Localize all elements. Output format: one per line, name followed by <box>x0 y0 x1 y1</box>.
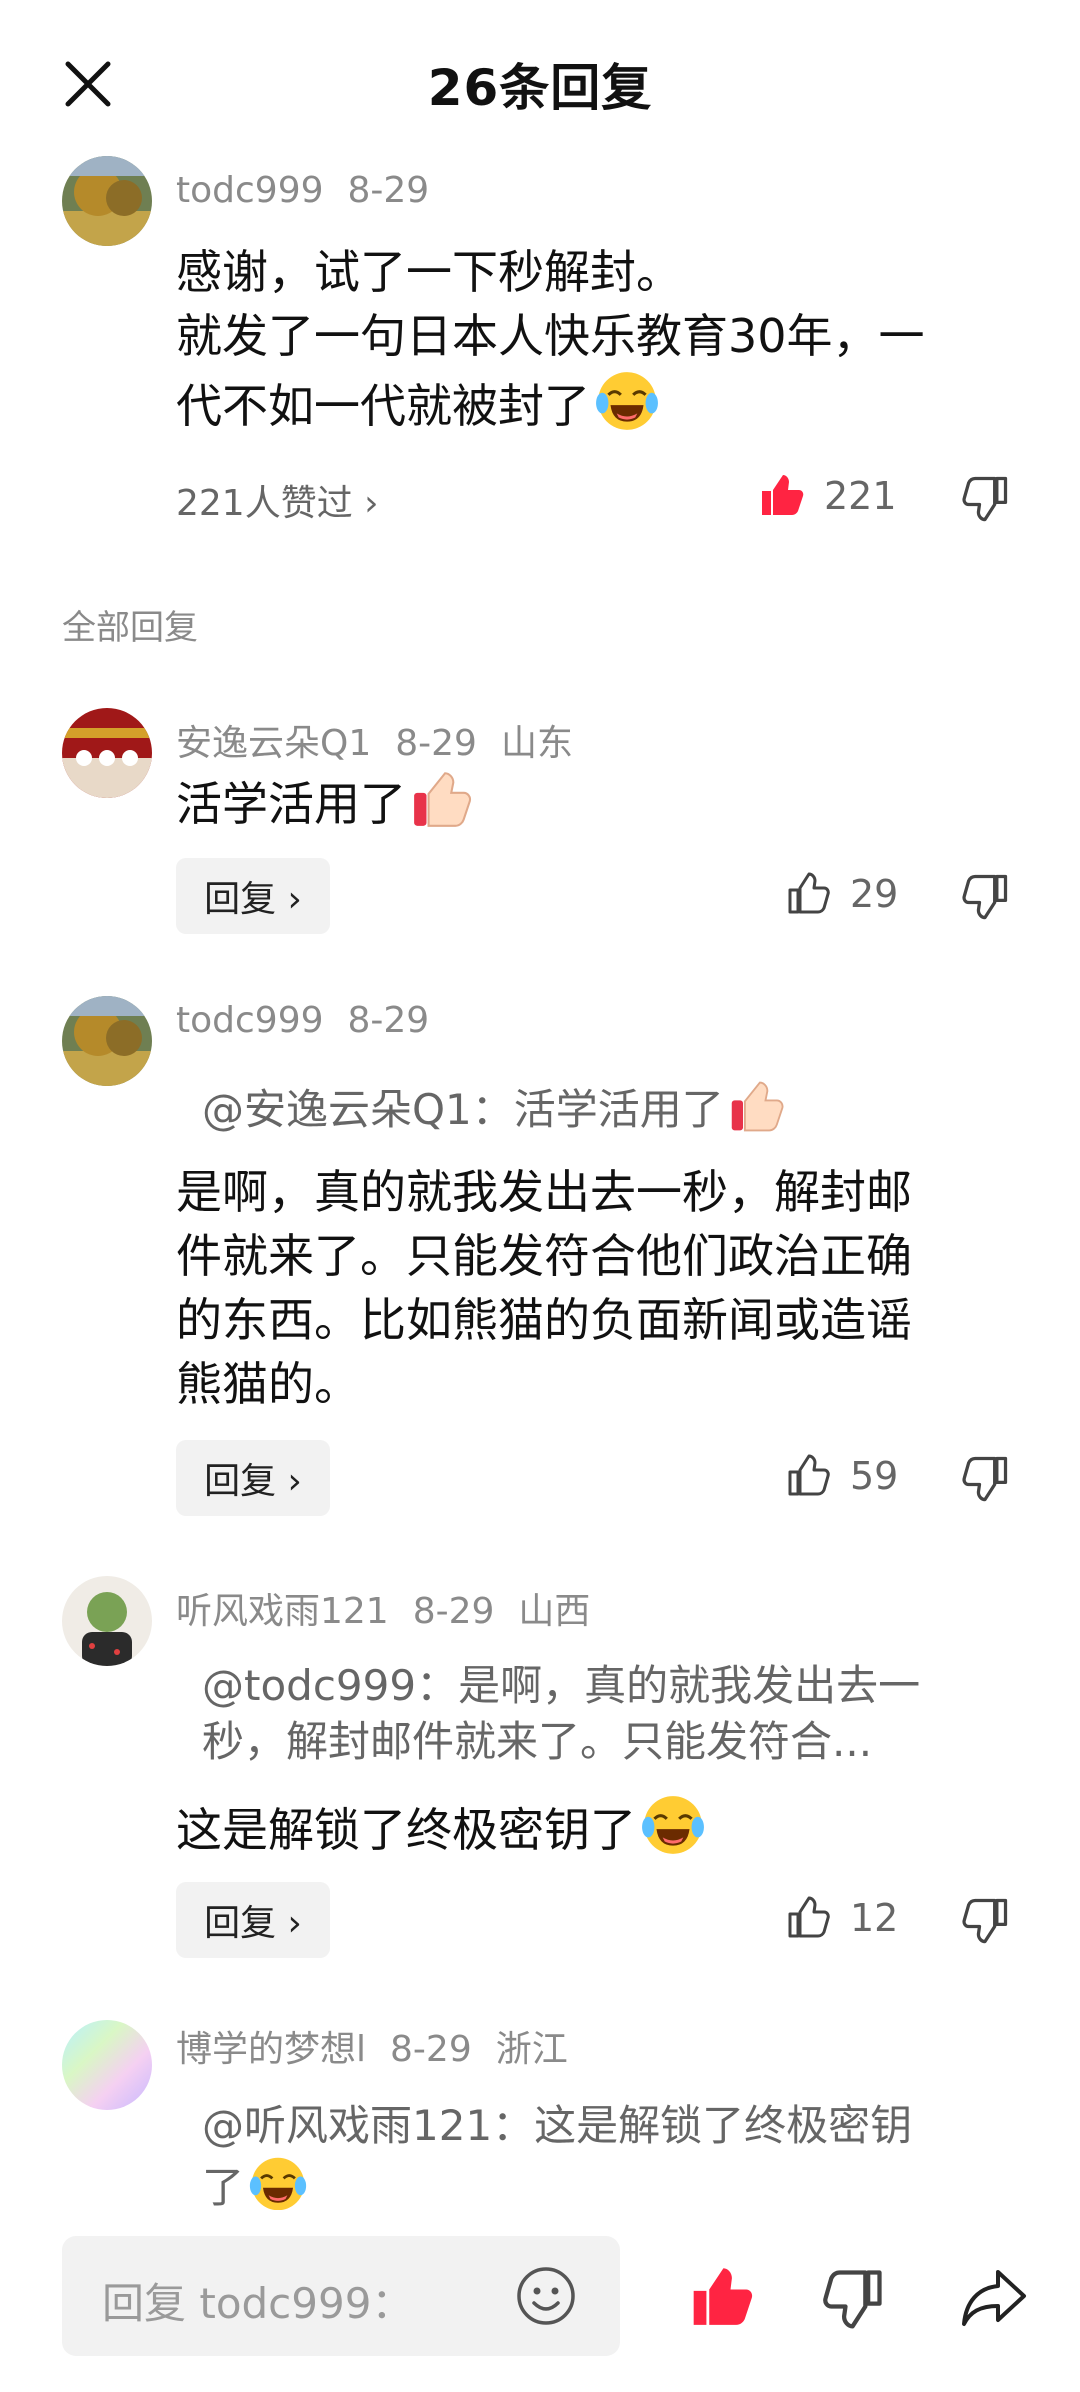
laugh-cry-emoji <box>248 2154 308 2214</box>
smile-icon[interactable] <box>514 2264 578 2328</box>
section-label: 全部回复 <box>62 608 198 648</box>
quote-text: @安逸云朵Q1：活学活用了 <box>202 1085 724 1134</box>
bottom-bar: 回复 todc999： <box>0 2210 1080 2392</box>
avatar-image <box>62 996 152 1086</box>
reply-meta: 安逸云朵Q1 8-29 山东 <box>176 714 597 766</box>
thumbs-down-icon[interactable] <box>960 1452 1012 1504</box>
comment-line-text: 代不如一代就被封了 <box>176 379 590 433</box>
reply-button[interactable]: 回复 › <box>176 858 330 934</box>
reply-button[interactable]: 回复 › <box>176 1440 330 1516</box>
reply-location: 浙江 <box>495 2029 568 2070</box>
comment-body: 感谢，试了一下秒解封。 就发了一句日本人快乐教育30年，一 代不如一代就被封了 <box>176 240 996 438</box>
like-count: 221 <box>824 474 897 518</box>
like-button[interactable]: 221 <box>758 466 897 526</box>
like-count: 59 <box>850 1454 899 1498</box>
reply-text: 活学活用了 <box>176 777 406 831</box>
thumbs-up-icon <box>784 1452 832 1500</box>
reply-line: 件就来了。只能发符合他们政治正确 <box>176 1229 912 1283</box>
thumbs-down-icon[interactable] <box>960 472 1012 524</box>
quoted-reply: @todc999：是啊，真的就我发出去一 秒，解封邮件就来了。只能发符合... <box>202 1658 1002 1770</box>
comment-sheet: 26条回复 todc999 8-29 感谢，试了一下秒解封。 就发了一句日本人快乐… <box>0 0 1080 2392</box>
reply-line: 熊猫的。 <box>176 1357 360 1411</box>
like-button[interactable]: 59 <box>784 1446 898 1506</box>
reply-text: 这是解锁了终极密钥了 <box>176 1803 636 1857</box>
quoted-reply: @安逸云朵Q1：活学活用了 <box>202 1076 1002 1138</box>
quoted-reply: @听风戏雨121：这是解锁了终极密钥 了 <box>202 2098 1002 2216</box>
like-count: 12 <box>850 1896 899 1940</box>
thumbs-up-icon[interactable] <box>688 2264 756 2332</box>
username[interactable]: 安逸云朵Q1 <box>176 723 371 764</box>
thumbs-down-icon[interactable] <box>820 2264 888 2332</box>
reply-line: 的东西。比如熊猫的负面新闻或造谣 <box>176 1293 912 1347</box>
share-icon[interactable] <box>958 2262 1030 2332</box>
thumbs-down-icon[interactable] <box>960 1894 1012 1946</box>
laugh-cry-emoji <box>594 368 660 434</box>
reply-date: 8-29 <box>347 1000 430 1041</box>
avatar[interactable] <box>62 708 152 798</box>
avatar[interactable] <box>62 996 152 1086</box>
avatar-image <box>62 156 152 246</box>
quote-line: 了 <box>202 2154 1002 2216</box>
thumbs-up-icon <box>784 1894 832 1942</box>
avatar-image <box>62 1576 152 1666</box>
reply-location: 山西 <box>518 1591 591 1632</box>
reply-location: 山东 <box>500 723 573 764</box>
comment-date: 8-29 <box>347 170 430 211</box>
quote-line: @听风戏雨121：这是解锁了终极密钥 <box>202 2101 913 2150</box>
thumbs-up-emoji <box>410 766 476 832</box>
like-button[interactable]: 29 <box>784 864 898 924</box>
username[interactable]: todc999 <box>176 170 324 211</box>
reply-body: 是啊，真的就我发出去一秒，解封邮 件就来了。只能发符合他们政治正确 的东西。比如… <box>176 1160 996 1416</box>
avatar-image <box>62 2020 152 2110</box>
quote-line-text: 了 <box>202 2163 245 2212</box>
comment-line: 就发了一句日本人快乐教育30年，一 <box>176 309 925 363</box>
reply-date: 8-29 <box>390 2029 472 2070</box>
quote-line: @todc999：是啊，真的就我发出去一 <box>202 1661 921 1710</box>
like-button[interactable]: 12 <box>784 1888 898 1948</box>
thumbs-up-icon <box>784 870 832 918</box>
reply-body: 活学活用了 <box>176 766 996 836</box>
avatar[interactable] <box>62 1576 152 1666</box>
reply-meta: 听风戏雨121 8-29 山西 <box>176 1582 614 1634</box>
avatar[interactable] <box>62 156 152 246</box>
comment-line: 感谢，试了一下秒解封。 <box>176 245 682 299</box>
username[interactable]: 博学的梦想l <box>176 2029 366 2070</box>
reply-date: 8-29 <box>412 1591 495 1632</box>
avatar[interactable] <box>62 2020 152 2110</box>
thumbs-up-icon <box>758 472 806 520</box>
reply-button[interactable]: 回复 › <box>176 1882 330 1958</box>
header-bar: 26条回复 <box>0 0 1080 160</box>
laugh-cry-emoji <box>640 1792 706 1858</box>
likers-link[interactable]: 221人赞过 › <box>176 474 379 526</box>
reply-date: 8-29 <box>395 723 477 764</box>
thumbs-down-icon[interactable] <box>960 870 1012 922</box>
reply-input[interactable]: 回复 todc999： <box>62 2236 620 2356</box>
like-count: 29 <box>850 872 899 916</box>
reply-body: 这是解锁了终极密钥了 <box>176 1792 996 1862</box>
reply-line: 是啊，真的就我发出去一秒，解封邮 <box>176 1165 912 1219</box>
reply-meta: 博学的梦想l 8-29 浙江 <box>176 2020 592 2072</box>
reply-meta: todc999 8-29 <box>176 1000 453 1041</box>
comment-line: 代不如一代就被封了 <box>176 368 996 438</box>
page-title: 26条回复 <box>427 59 653 117</box>
thumbs-up-emoji <box>728 1076 788 1136</box>
comment-meta: todc999 8-29 <box>176 170 453 211</box>
avatar-image <box>62 708 152 798</box>
username[interactable]: todc999 <box>176 1000 324 1041</box>
quote-line: 秒，解封邮件就来了。只能发符合... <box>202 1717 873 1766</box>
reply-input-placeholder: 回复 todc999： <box>102 2279 414 2328</box>
username[interactable]: 听风戏雨121 <box>176 1591 389 1632</box>
